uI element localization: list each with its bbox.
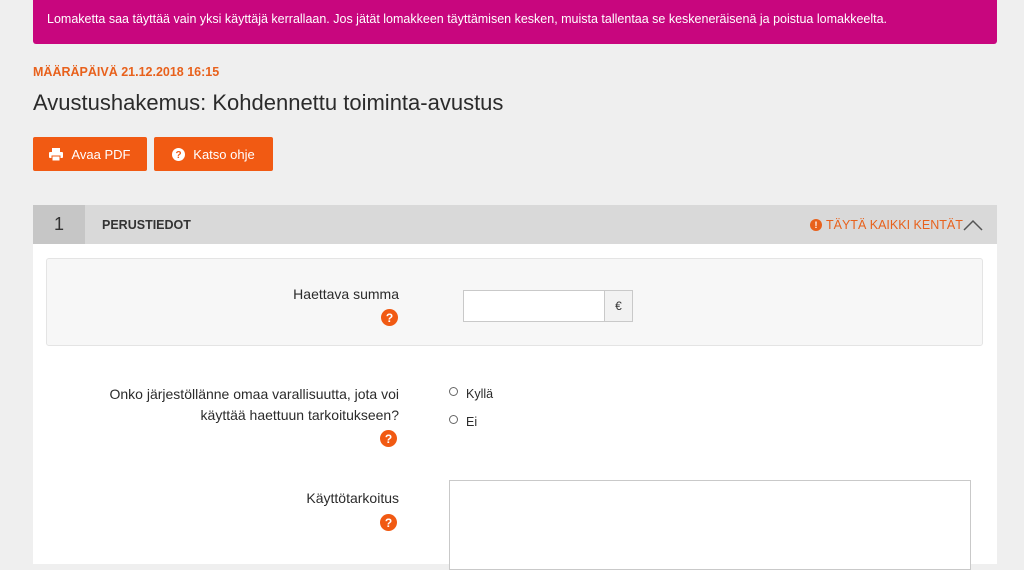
- page-title: Avustushakemus: Kohdennettu toiminta-avu…: [33, 90, 504, 115]
- section-title: PERUSTIEDOT: [102, 218, 191, 232]
- wealth-help-icon[interactable]: ?: [380, 430, 397, 447]
- section-header-basic-info[interactable]: 1 PERUSTIEDOT ! TÄYTÄ KAIKKI KENTÄT: [33, 205, 997, 244]
- fill-all-fields-text: TÄYTÄ KAIKKI KENTÄT: [826, 218, 963, 232]
- purpose-help-icon[interactable]: ?: [380, 514, 397, 531]
- open-pdf-label: Avaa PDF: [71, 146, 131, 162]
- view-help-label: Katso ohje: [193, 146, 255, 162]
- fill-all-fields-status: ! TÄYTÄ KAIKKI KENTÄT: [810, 218, 963, 232]
- section-number: 1: [33, 205, 85, 244]
- concurrent-edit-notice: Lomaketta saa täyttää vain yksi käyttäjä…: [33, 0, 997, 44]
- radio-option-no[interactable]: Ei: [449, 414, 478, 429]
- purpose-label: Käyttötarkoitus: [306, 490, 399, 506]
- radio-button[interactable]: [449, 414, 458, 424]
- amount-help-icon[interactable]: ?: [381, 309, 398, 326]
- notice-text: Lomaketta saa täyttää vain yksi käyttäjä…: [47, 12, 888, 26]
- view-help-button[interactable]: ? Katso ohje: [154, 137, 273, 171]
- amount-input[interactable]: [463, 290, 605, 322]
- open-pdf-button[interactable]: Avaa PDF: [33, 137, 147, 171]
- deadline-label: MÄÄRÄPÄIVÄ 21.12.2018 16:15: [33, 65, 220, 79]
- exclamation-icon: !: [810, 219, 822, 231]
- radio-label-yes: Kyllä: [466, 387, 494, 401]
- amount-label: Haettava summa: [293, 286, 399, 302]
- radio-button[interactable]: [449, 386, 458, 396]
- chevron-up-icon[interactable]: [961, 216, 985, 234]
- radio-label-no: Ei: [466, 415, 478, 429]
- question-circle-icon: ?: [172, 147, 186, 161]
- wealth-label-line1: Onko järjestöllänne omaa varallisuutta, …: [109, 386, 400, 402]
- purpose-textarea[interactable]: [449, 480, 971, 570]
- wealth-label-line2: käyttää haettuun tarkoitukseen?: [200, 407, 399, 423]
- radio-option-yes[interactable]: Kyllä: [449, 386, 494, 401]
- currency-addon: €: [604, 290, 633, 322]
- printer-icon: [49, 147, 64, 161]
- svg-text:?: ?: [176, 150, 182, 161]
- section-body: Haettava summa ? € Onko järjestöllänne o…: [33, 244, 997, 570]
- amount-field-group: Haettava summa ? €: [46, 258, 983, 346]
